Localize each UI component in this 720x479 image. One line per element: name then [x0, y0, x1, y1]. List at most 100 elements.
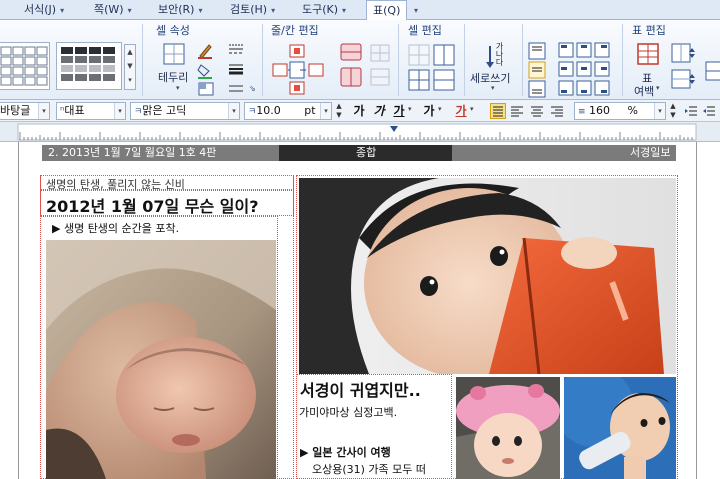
gallery-scroll-icon[interactable]: ▲ ▼ ▾: [124, 44, 136, 90]
menu-tab-tools[interactable]: 도구(K) ▾: [302, 0, 346, 20]
right-subhead: ▶ 일본 간사이 여행: [300, 446, 391, 459]
right-headline: 서경이 귀엽지만..: [300, 381, 421, 400]
line-spacing-spinner-icon[interactable]: ▲ ▼: [668, 102, 678, 120]
group-label-line-edit: 줄/칸 편집: [271, 24, 319, 37]
valign-icons[interactable]: [528, 42, 546, 98]
menu-tab-label: 쪽(W): [94, 3, 124, 16]
underline-button[interactable]: 가: [392, 103, 406, 119]
cell-split-merge-icons[interactable]: [408, 44, 456, 92]
newspaper-header-band: 2. 2013년 1월 7일 월요일 1호 4판 종합 서경일보: [42, 145, 676, 161]
baby-book-photo[interactable]: [299, 178, 676, 374]
line-width-icon[interactable]: [228, 62, 244, 76]
table-margin-dropdown-icon[interactable]: ▾: [656, 84, 660, 92]
align-right-icon[interactable]: [550, 104, 564, 118]
page-edge-right: [696, 142, 697, 479]
table-style-gallery-2[interactable]: [56, 42, 122, 90]
format-toolbar: 바탕글 ▾ ⁿ대표 ▾ ㅋ맑은 고딕 ▾ ㅋ10.0 pt ▾ ▲ ▼ 가 가 가 ▾ 가…: [0, 100, 720, 122]
menu-tab-table-dropdown[interactable]: ▾: [410, 0, 418, 20]
newborn-photo[interactable]: [46, 240, 276, 479]
delete-row-icon[interactable]: [340, 42, 362, 62]
split-line-icon[interactable]: [370, 44, 390, 62]
menu-tab-format[interactable]: 서식(J) ▾: [24, 0, 64, 20]
left-headline: 2012년 1월 07일 무슨 일이?: [46, 197, 259, 216]
italic-button[interactable]: 가: [372, 103, 386, 119]
group-label-cell-edit: 셀 편집: [408, 24, 442, 37]
border-icon[interactable]: [161, 42, 187, 66]
menu-tab-label: 서식(J): [24, 3, 57, 16]
delete-col-icon[interactable]: [340, 66, 362, 90]
indent-icon[interactable]: [684, 104, 698, 118]
header-date-text: 2. 2013년 1월 7일 월요일 1호 4판: [48, 146, 217, 159]
ribbon: ▲ ▼ ▾ 셀 속성 테두리 ▾ ⇘ 줄/칸 편집 셀 편집 가나다 세로쓰기 …: [0, 20, 720, 100]
style-select-value: 바탕글: [0, 104, 31, 117]
underline-dropdown-icon[interactable]: ▾: [408, 105, 412, 113]
header-paper-name: 서경일보: [630, 146, 671, 159]
font-size-select[interactable]: ㅋ10.0 pt ▾: [244, 102, 332, 120]
font-color-dropdown-icon[interactable]: ▾: [470, 105, 474, 113]
font-size-value: 10.0: [256, 104, 281, 117]
menu-tab-label: 도구(K): [302, 3, 339, 16]
right-body-text: 오상용(31) 가족 모두 떠: [312, 463, 427, 476]
pen-color-icon[interactable]: [196, 42, 214, 60]
border-dropdown-icon[interactable]: ▾: [176, 84, 180, 92]
font-select[interactable]: ㅋ맑은 고딕 ▾: [130, 102, 240, 120]
font-size-spinner-icon[interactable]: ▲ ▼: [334, 102, 344, 120]
dark-table-icon: [61, 47, 115, 81]
horizontal-ruler[interactable]: [0, 122, 720, 142]
vertical-dropdown-icon[interactable]: ▾: [491, 84, 495, 92]
menu-tab-page[interactable]: 쪽(W) ▾: [94, 0, 132, 20]
align-justify-icon[interactable]: [490, 103, 506, 119]
baby-with-book-image: [299, 178, 676, 374]
fill-color-icon[interactable]: [196, 62, 214, 80]
merge-line-icon[interactable]: [370, 68, 390, 86]
menu-tab-security[interactable]: 보안(R) ▾: [158, 0, 202, 20]
table-props-icon[interactable]: [636, 42, 660, 66]
ruler-ticks: [17, 123, 697, 141]
left-subhead: ▶ 생명 탄생의 순간을 포착.: [52, 222, 180, 235]
group-label-table-edit: 표 편집: [632, 24, 666, 37]
strike-dropdown-icon[interactable]: ▾: [438, 105, 442, 113]
font-color-button[interactable]: 가: [454, 103, 468, 119]
strike-button[interactable]: 가: [422, 103, 436, 119]
align-left-icon[interactable]: [510, 104, 524, 118]
menu-tab-table[interactable]: 표(Q): [366, 0, 408, 21]
left-kicker: 생명의 탄생, 풀리지 않는 신비: [46, 178, 185, 191]
right-byline: 가미야마상 심정고백.: [299, 406, 398, 419]
bold-button[interactable]: 가: [352, 103, 366, 119]
pink-hat-baby-image: [456, 377, 560, 479]
menu-bar: 서식(J) ▾ 쪽(W) ▾ 보안(R) ▾ 검토(H) ▾ 도구(K) ▾ 표(Q) ▾: [0, 0, 720, 21]
outdent-icon[interactable]: [702, 104, 716, 118]
table-margin-label-2[interactable]: 여백: [634, 83, 654, 99]
border-button-label[interactable]: 테두리: [158, 69, 188, 85]
line-spacing-icon: ≡: [578, 107, 586, 117]
menu-tab-label: 표(Q): [373, 4, 401, 17]
line-spacing-unit: %: [627, 104, 638, 117]
table-style-gallery-1[interactable]: [0, 42, 50, 90]
menu-tab-label: 보안(R): [158, 3, 195, 16]
style-select[interactable]: 바탕글 ▾: [0, 102, 50, 120]
insert-row-col-icon[interactable]: [270, 42, 328, 98]
menu-tab-review[interactable]: 검토(H) ▾: [230, 0, 275, 20]
cell-shade-icon[interactable]: [198, 82, 214, 96]
cell-align-grid-icons[interactable]: [558, 42, 610, 98]
line-spacing-value: 160: [589, 104, 611, 117]
resize-height-icons[interactable]: [670, 42, 696, 98]
page-edge-left: [18, 142, 19, 479]
table-split-icon[interactable]: [704, 60, 720, 82]
cell-props-launcher-icon[interactable]: ⇘: [249, 84, 256, 93]
bottle-baby-photo[interactable]: [564, 377, 676, 479]
font-size-unit: pt: [304, 104, 316, 117]
font-select-value: 맑은 고딕: [142, 104, 187, 117]
language-select[interactable]: ⁿ대표 ▾: [56, 102, 126, 120]
align-center-icon[interactable]: [530, 104, 544, 118]
line-style-icon[interactable]: [228, 42, 244, 56]
menu-tab-label: 검토(H): [230, 3, 268, 16]
grid-table-icon: [0, 46, 48, 86]
pink-hat-baby-photo[interactable]: [456, 377, 560, 479]
vertical-text-sample: 가나다: [495, 42, 504, 66]
newborn-image: [46, 240, 276, 479]
group-label-cell-props: 셀 속성: [156, 24, 190, 37]
bottle-baby-image: [564, 377, 676, 479]
line-color-icon[interactable]: [228, 82, 244, 96]
line-spacing-select[interactable]: ≡ 160 % ▾: [574, 102, 666, 120]
